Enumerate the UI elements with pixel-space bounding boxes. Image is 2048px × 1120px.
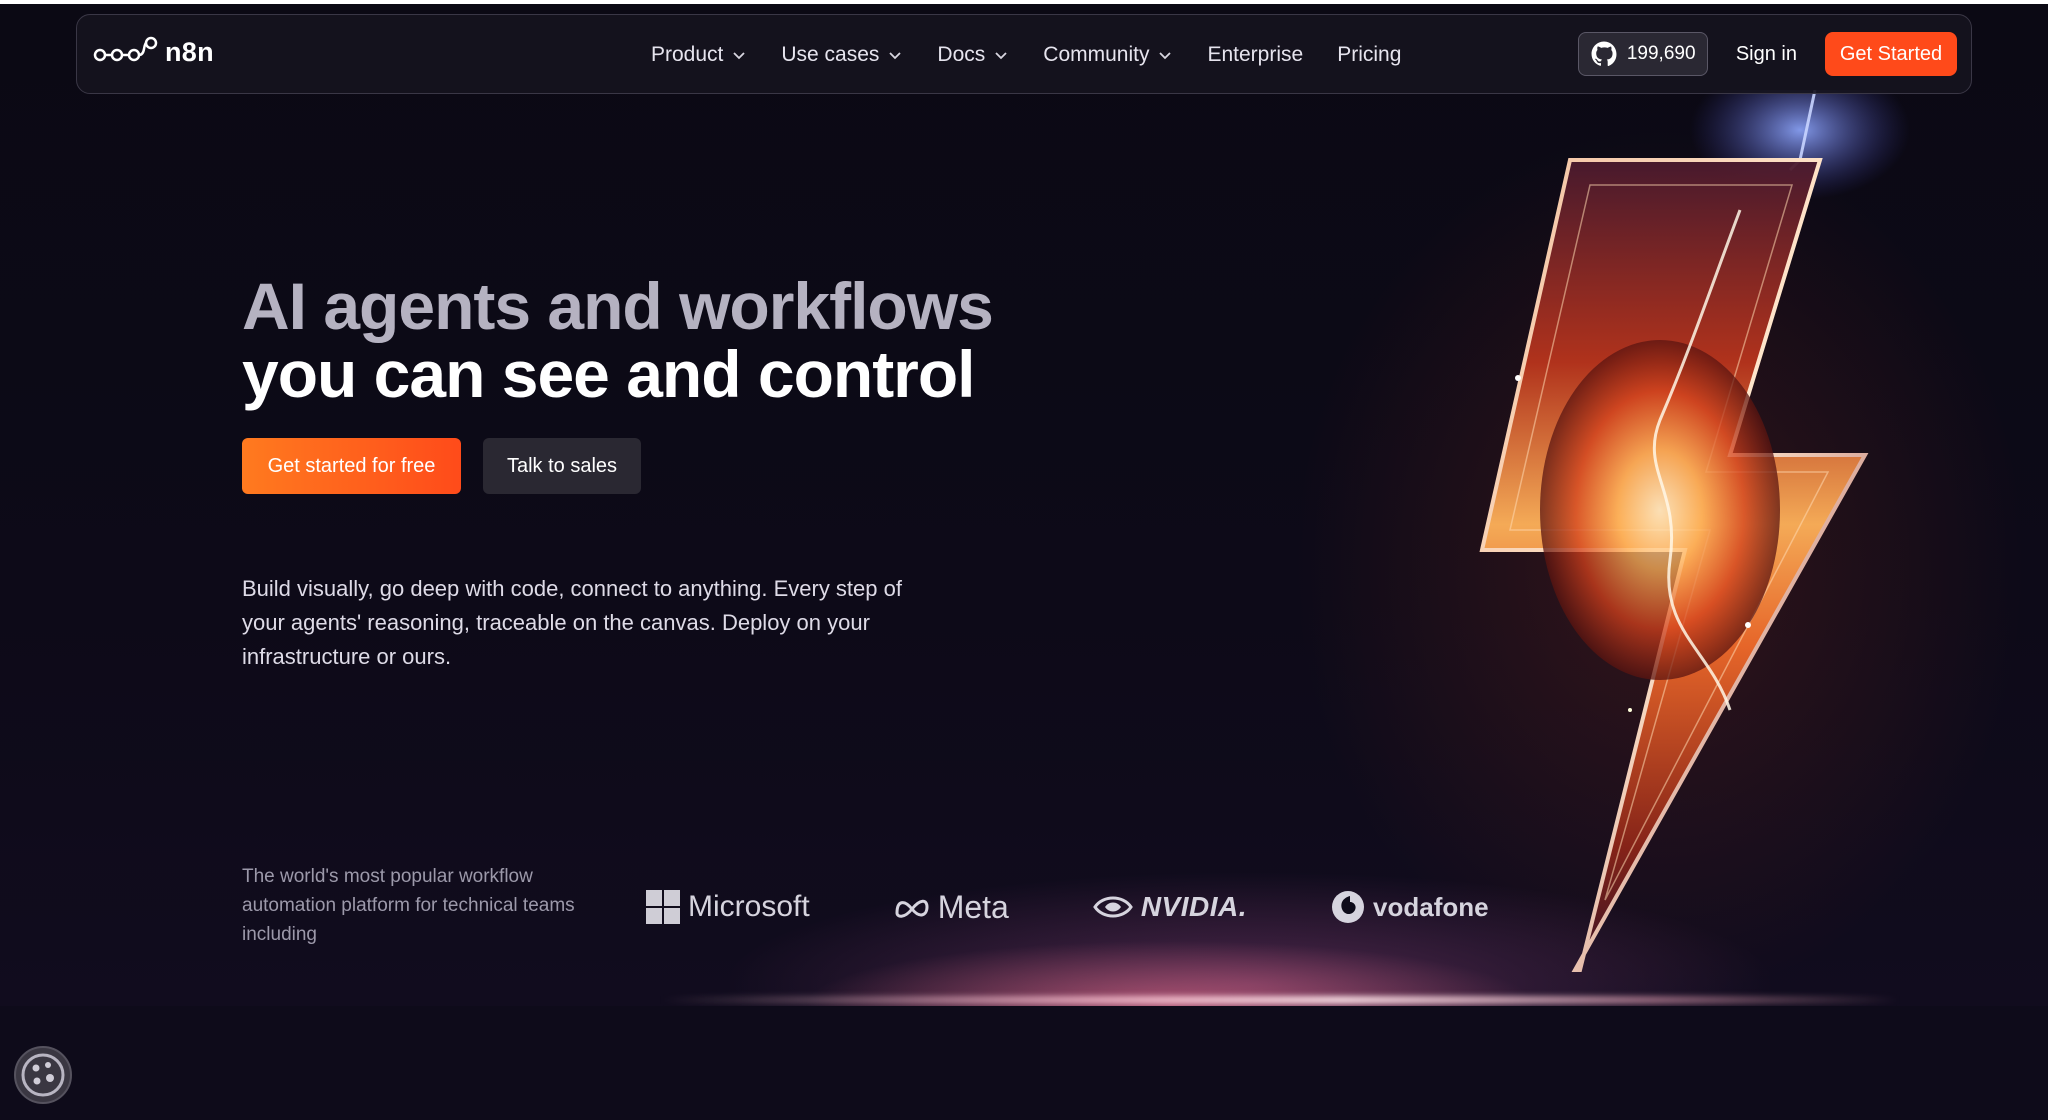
page-section-below-hero	[0, 1006, 2048, 1120]
brand-label: NVIDIA.	[1140, 891, 1248, 922]
vodafone-speechmark-icon	[1332, 891, 1365, 923]
cookie-icon	[21, 1053, 65, 1097]
menu-label: Docs	[937, 43, 986, 66]
hero-description: Build visually, go deep with code, conne…	[242, 576, 902, 669]
main-menu: Product Use cases Docs Community Enterpr…	[651, 15, 1435, 95]
hero-headline: AI agents and workflows you can see and …	[242, 272, 1062, 408]
chevron-down-icon	[733, 52, 746, 60]
chevron-down-icon	[889, 52, 902, 60]
menu-item-use-cases[interactable]: Use cases	[781, 43, 903, 67]
headline-line-1: AI agents and workflows	[242, 269, 994, 343]
github-icon	[1591, 41, 1617, 67]
chevron-down-icon	[1159, 52, 1172, 60]
meta-logo: Meta	[894, 889, 1009, 926]
menu-label: Use cases	[781, 43, 880, 66]
menu-item-docs[interactable]: Docs	[937, 43, 1009, 67]
get-started-button[interactable]: Get Started	[1825, 32, 1957, 76]
cookie-settings-button[interactable]	[14, 1046, 72, 1104]
n8n-nodes-icon	[93, 35, 159, 69]
menu-item-enterprise[interactable]: Enterprise	[1207, 43, 1303, 67]
headline-line-2: you can see and control	[242, 337, 976, 411]
get-started-free-button[interactable]: Get started for free	[242, 438, 461, 494]
lightning-bolt-illustration	[1479, 90, 1910, 972]
microsoft-windows-icon	[646, 890, 680, 924]
github-star-count: 199,690	[1626, 43, 1696, 64]
nav-actions: 199,690 Sign in Get Started	[1577, 32, 1957, 76]
menu-label: Enterprise	[1207, 43, 1304, 66]
brand-label: vodafone	[1373, 891, 1489, 922]
n8n-logo[interactable]: n8n	[93, 35, 214, 69]
menu-label: Community	[1043, 43, 1150, 66]
customer-logos: Microsoft Meta NVIDIA. vodafone	[646, 880, 1573, 934]
nvidia-logo: NVIDIA.	[1093, 891, 1247, 923]
nvidia-eye-icon	[1093, 896, 1133, 918]
chevron-down-icon	[995, 52, 1007, 60]
brand-label: Meta	[937, 888, 1009, 925]
vodafone-logo: vodafone	[1331, 890, 1489, 924]
microsoft-logo: Microsoft	[646, 890, 810, 924]
hero-cta-row: Get started for free Talk to sales	[242, 438, 641, 494]
sign-in-link[interactable]: Sign in	[1736, 43, 1797, 66]
brand-label: Microsoft	[688, 890, 810, 923]
meta-infinity-icon	[895, 899, 929, 918]
github-stars-button[interactable]: 199,690	[1577, 32, 1708, 76]
talk-to-sales-button[interactable]: Talk to sales	[483, 438, 641, 494]
top-navigation-bar: n8n Product Use cases Docs Community Ent…	[76, 14, 1972, 94]
menu-item-pricing[interactable]: Pricing	[1337, 43, 1401, 67]
menu-label: Pricing	[1337, 43, 1402, 66]
menu-item-community[interactable]: Community	[1043, 43, 1173, 67]
trusted-by-text: The world's most popular workflow automa…	[242, 866, 575, 945]
menu-item-product[interactable]: Product	[651, 43, 747, 67]
brand-name: n8n	[165, 36, 214, 67]
menu-label: Product	[651, 43, 724, 66]
hero-horizon-glow	[660, 996, 1900, 1004]
